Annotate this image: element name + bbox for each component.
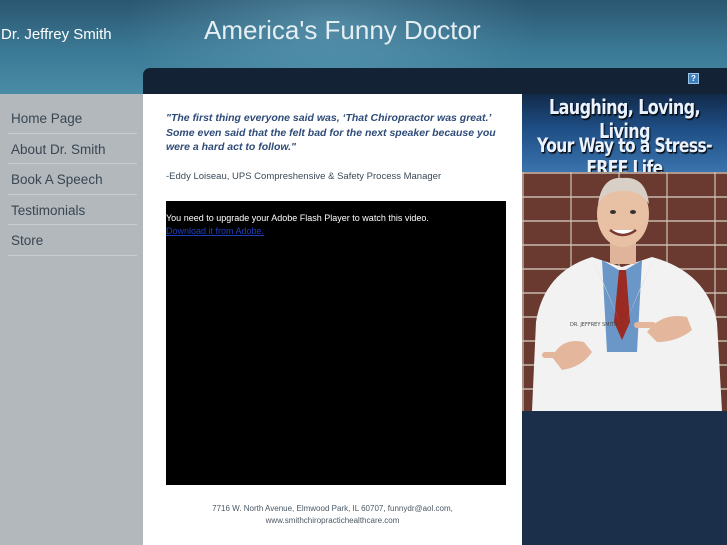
doctor-pointing-illustration: DR. JEFFREY SMITH <box>532 177 722 411</box>
flash-upgrade-message: You need to upgrade your Adobe Flash Pla… <box>166 213 429 223</box>
footer-address: 7716 W. North Avenue, Elmwood Park, IL 6… <box>212 504 453 513</box>
main-content: "The first thing everyone said was, ‘Tha… <box>143 94 522 545</box>
main-navigation: Home Page About Dr. Smith Book A Speech … <box>0 94 143 256</box>
footer-contact: 7716 W. North Avenue, Elmwood Park, IL 6… <box>143 503 522 527</box>
nav-item-store[interactable]: Store <box>8 225 137 256</box>
banner-tagline: Laughing, Loving, Living Your Way to a S… <box>522 94 727 180</box>
testimonial-attribution: -Eddy Loiseau, UPS Compreshensive & Safe… <box>166 171 442 182</box>
coat-badge-text: DR. JEFFREY SMITH <box>570 322 618 328</box>
flash-download-link[interactable]: Download it from Adobe. <box>166 226 264 236</box>
footer-website: www.smithchiropractichealthcare.com <box>265 516 400 525</box>
nav-item-home[interactable]: Home Page <box>8 103 137 134</box>
video-player[interactable]: You need to upgrade your Adobe Flash Pla… <box>166 201 506 485</box>
sidebar: Home Page About Dr. Smith Book A Speech … <box>0 94 143 545</box>
content-top-bar: ? <box>143 68 727 94</box>
nav-item-testimonials[interactable]: Testimonials <box>8 195 137 225</box>
help-icon[interactable]: ? <box>688 73 699 84</box>
testimonial-quote: "The first thing everyone said was, ‘Tha… <box>166 112 496 153</box>
nav-item-about[interactable]: About Dr. Smith <box>8 134 137 164</box>
nav-item-book-speech[interactable]: Book A Speech <box>8 164 137 195</box>
site-name[interactable]: Dr. Jeffrey Smith <box>1 26 112 43</box>
promo-banner: Laughing, Loving, Living Your Way to a S… <box>522 94 727 411</box>
brick-wall-background: DR. JEFFREY SMITH <box>522 172 727 411</box>
site-title[interactable]: America's Funny Doctor <box>204 15 481 46</box>
